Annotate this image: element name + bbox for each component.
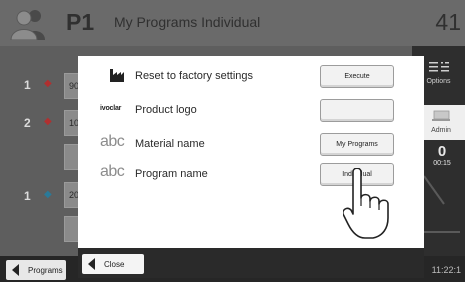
header-bar: P1 My Programs Individual 41 [0,0,465,46]
clock: 11:22:1 [431,265,461,275]
dialog-footer: Close [78,248,424,278]
red-marker-icon: ◆ [44,116,52,127]
tap-hand-icon [343,168,389,239]
back-arrow-icon [88,258,95,270]
admin-settings-dialog: Reset to factory settings Execute ivocla… [78,56,424,278]
options-icon [428,62,449,72]
blue-marker-icon: ◆ [44,189,52,200]
product-logo-button[interactable] [320,99,394,122]
dialog-row-product-logo: ivoclar Product logo [78,94,424,128]
close-button[interactable]: Close [82,254,144,274]
program-number: 41 [435,9,461,35]
abc-icon: abc [100,163,125,180]
factory-icon [110,69,124,82]
furnace-hood-graphic [422,175,460,233]
dialog-row-label: Program name [135,168,208,180]
admin-icon [432,110,450,121]
row-number: 1 [24,78,31,92]
row-number: 2 [24,116,31,130]
programs-button[interactable]: Programs [6,260,66,280]
page-title: My Programs Individual [114,14,261,30]
red-marker-icon: ◆ [44,78,52,89]
dialog-row-factory-reset: Reset to factory settings Execute [78,60,424,94]
back-arrow-icon [12,264,19,276]
dialog-row-material-name: abc Material name My Programs [78,128,424,162]
user-avatar-icon[interactable] [8,6,50,40]
row-number: 1 [24,189,31,203]
execute-button[interactable]: Execute [320,65,394,88]
dialog-row-label: Product logo [135,104,197,116]
timer-display: 0 00:15 [427,143,457,168]
admin-label: Admin [431,127,451,134]
dialog-row-label: Reset to factory settings [135,70,253,82]
close-label: Close [104,260,125,269]
dialog-row-label: Material name [135,138,205,150]
material-name-button[interactable]: My Programs [320,133,394,156]
timer-time: 00:15 [433,160,451,167]
timer-value: 0 [437,143,447,160]
tab-admin[interactable]: Admin [417,105,465,140]
abc-icon: abc [100,133,125,150]
programs-label: Programs [28,266,63,275]
ivoclar-logo: ivoclar [100,105,122,112]
program-id: P1 [66,9,95,35]
